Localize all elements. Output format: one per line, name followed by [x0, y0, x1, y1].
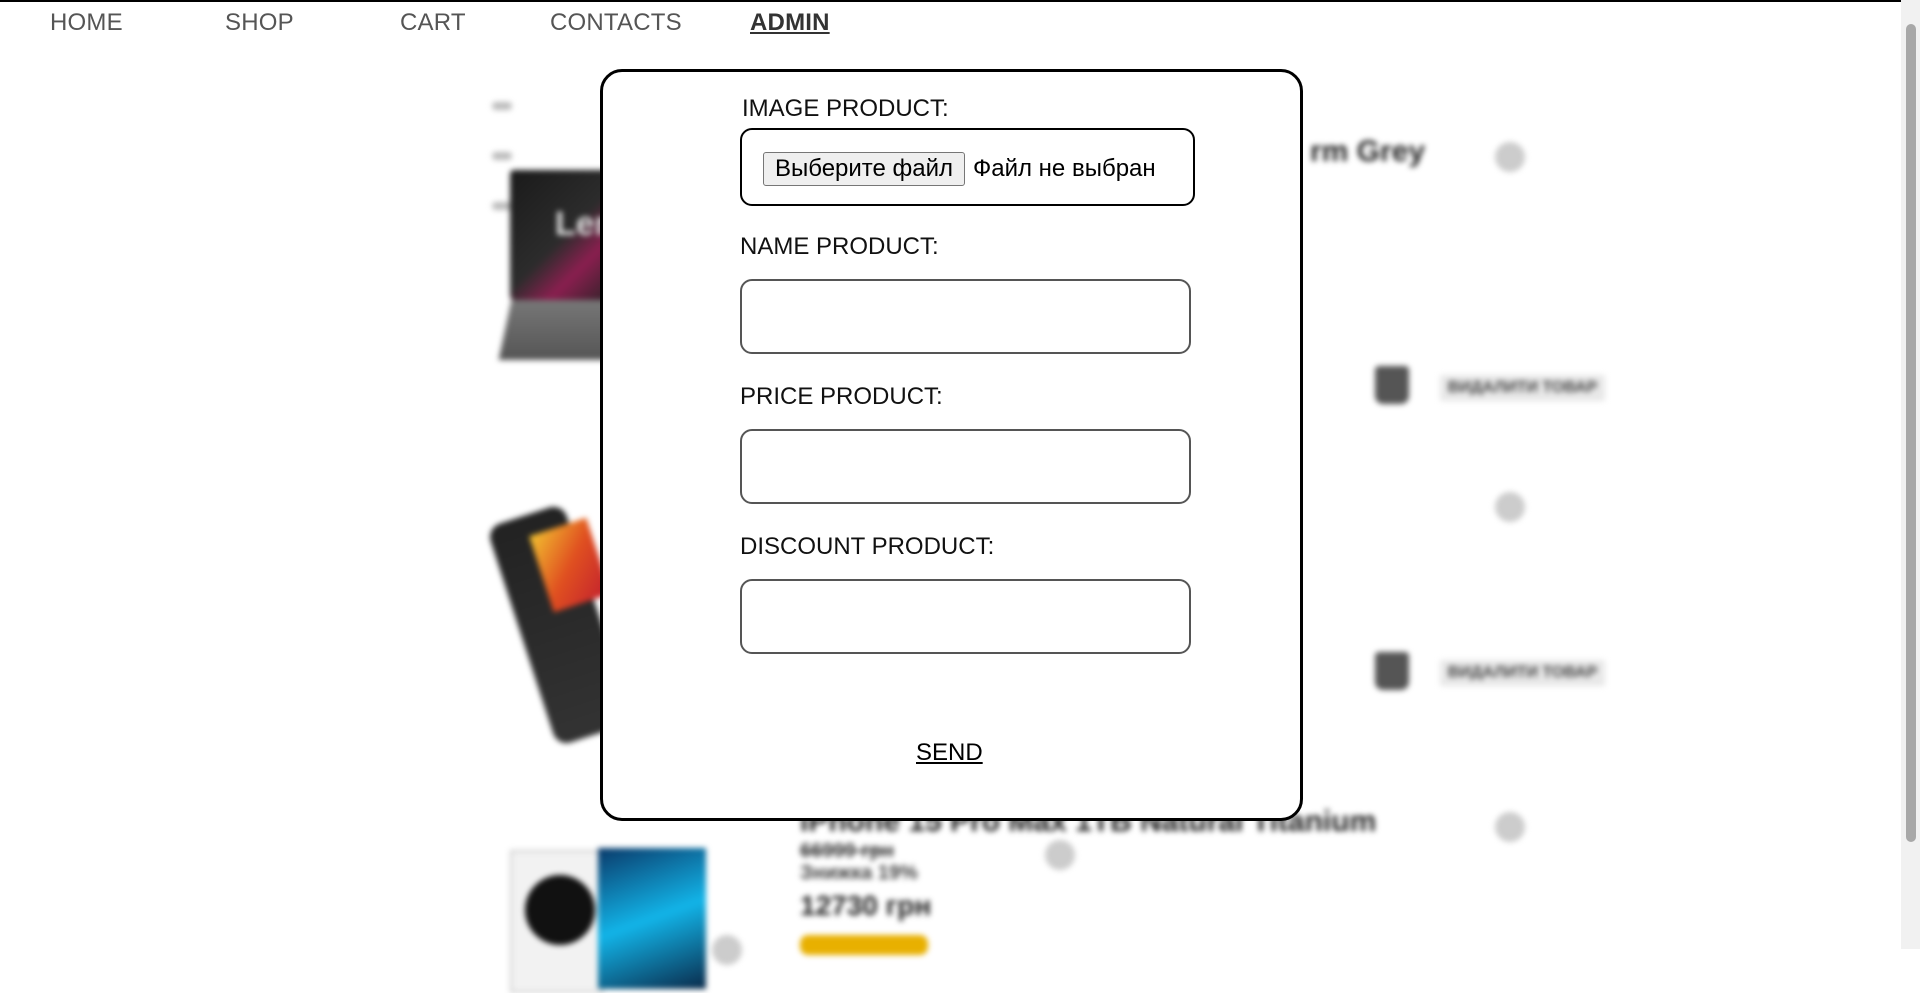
name-product-input[interactable] [740, 279, 1191, 354]
edit-icon[interactable] [1495, 142, 1525, 172]
buy-button[interactable] [800, 935, 928, 955]
nav-cart-link[interactable]: CART [400, 9, 466, 37]
nav-contacts-link[interactable]: CONTACTS [550, 9, 682, 37]
edit-icon[interactable] [712, 935, 742, 965]
send-button[interactable]: SEND [916, 739, 983, 767]
bullet-dot [492, 102, 512, 110]
main-navigation: HOME SHOP CART CONTACTS ADMIN [0, 2, 1900, 42]
bullet-dot [492, 202, 512, 210]
nav-shop-link[interactable]: SHOP [225, 9, 294, 37]
image-file-picker: Выберите файл Файл не выбран [740, 128, 1195, 206]
scrollbar-thumb[interactable] [1906, 24, 1916, 842]
name-product-label: NAME PRODUCT: [740, 233, 939, 260]
smartphone-image [598, 848, 706, 989]
product-price: 12730 грн [800, 890, 932, 921]
price-product-input[interactable] [740, 429, 1191, 504]
nav-admin-link[interactable]: ADMIN [750, 9, 830, 37]
delete-product-button[interactable]: ВИДАЛИТИ ТОВАР [1440, 660, 1605, 686]
file-status-text: Файл не выбран [973, 155, 1156, 182]
choose-file-button[interactable]: Выберите файл [763, 152, 965, 186]
bullet-dot [492, 152, 512, 160]
add-product-modal: IMAGE PRODUCT: Выберите файл Файл не выб… [600, 69, 1303, 821]
discount-product-label: DISCOUNT PRODUCT: [740, 533, 995, 560]
trash-icon[interactable] [1375, 366, 1409, 404]
price-product-label: PRICE PRODUCT: [740, 383, 943, 410]
edit-icon[interactable] [1495, 812, 1525, 842]
discount-product-input[interactable] [740, 579, 1191, 654]
edit-icon[interactable] [1495, 492, 1525, 522]
product-title: rm Grey [1310, 135, 1426, 168]
image-product-label: IMAGE PRODUCT: [742, 95, 949, 122]
nav-home-link[interactable]: HOME [50, 9, 123, 37]
edit-icon[interactable] [1045, 840, 1075, 870]
delete-product-button[interactable]: ВИДАЛИТИ ТОВАР [1440, 375, 1605, 401]
trash-icon[interactable] [1375, 652, 1409, 690]
camera-module-image [525, 875, 595, 945]
old-price: 66999 грн [800, 840, 894, 862]
discount-text: Знижка 19% [800, 862, 918, 884]
page-scrollbar[interactable] [1901, 0, 1920, 949]
